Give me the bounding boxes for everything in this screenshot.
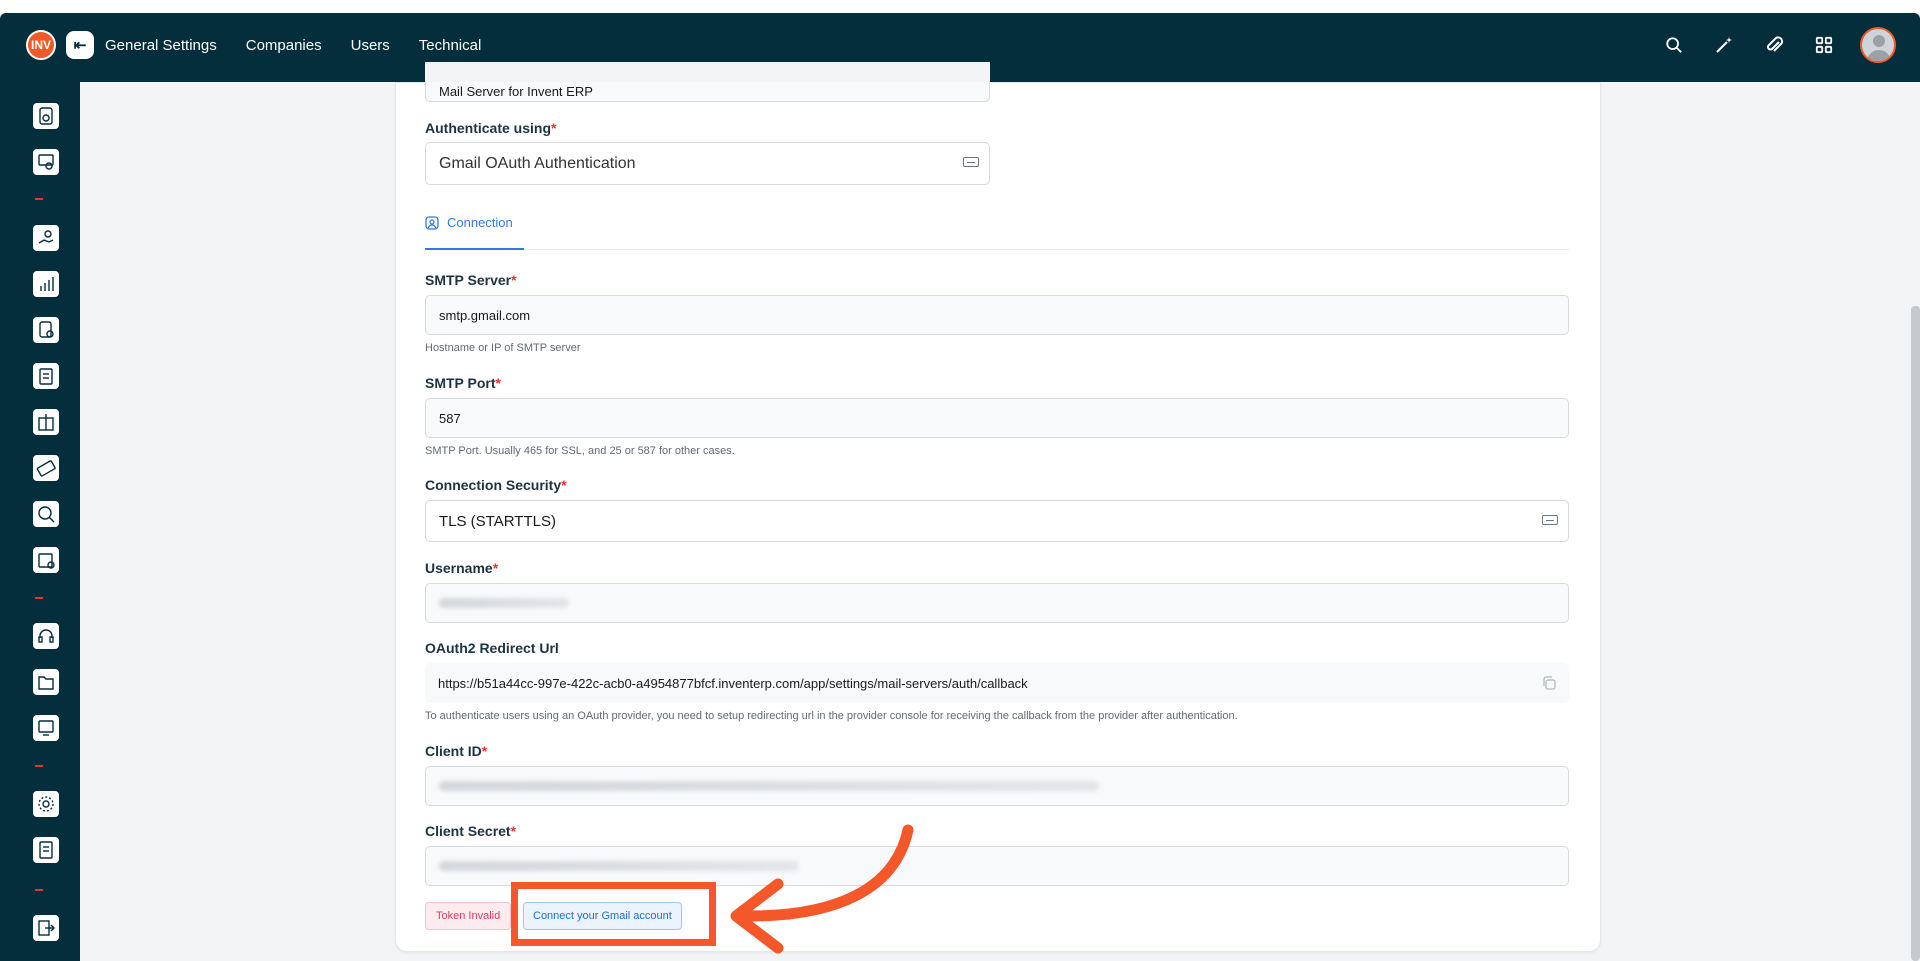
files-icon[interactable] xyxy=(32,668,60,696)
pos-icon[interactable] xyxy=(32,148,60,176)
smtp-server-label: SMTP Server* xyxy=(425,272,517,288)
user-badge-icon xyxy=(425,215,439,230)
client-id-input[interactable] xyxy=(425,766,1569,806)
sidebar xyxy=(0,82,80,961)
name-field-value: Mail Server for Invent ERP xyxy=(439,84,593,99)
security-select[interactable]: TLS (STARTTLS) xyxy=(425,500,1569,542)
smtp-server-help: Hostname or IP of SMTP server xyxy=(425,342,581,354)
username-input[interactable] xyxy=(425,583,1569,623)
calendar-icon[interactable] xyxy=(32,546,60,574)
smtp-port-value: 587 xyxy=(439,410,461,426)
nav-users[interactable]: Users xyxy=(351,37,390,54)
username-label: Username* xyxy=(425,560,499,576)
payments-icon[interactable] xyxy=(32,454,60,482)
page-scrollbar[interactable] xyxy=(1911,306,1920,961)
client-secret-label: Client Secret* xyxy=(425,823,517,839)
sidebar-divider xyxy=(35,597,43,599)
smtp-server-value: smtp.gmail.com xyxy=(439,307,531,323)
scroll-cover xyxy=(425,62,990,82)
tab-connection-label: Connection xyxy=(447,215,513,230)
redacted-value xyxy=(439,598,569,608)
search-user-icon[interactable] xyxy=(32,500,60,528)
main-nav: General Settings Companies Users Technic… xyxy=(105,37,481,54)
sidebar-divider xyxy=(35,889,43,891)
auth-label: Authenticate using* xyxy=(425,120,557,136)
tab-connection[interactable]: Connection xyxy=(425,215,513,230)
auth-select[interactable]: Gmail OAuth Authentication xyxy=(425,142,990,185)
top-icons xyxy=(1660,27,1896,63)
nav-technical[interactable]: Technical xyxy=(419,37,482,54)
sidebar-divider xyxy=(35,198,43,200)
magic-wand-icon[interactable] xyxy=(1710,31,1738,59)
redacted-value xyxy=(439,781,1099,791)
search-icon[interactable] xyxy=(1660,31,1688,59)
redirect-url-field: https://b51a44cc-997e-422c-acb0-a4954877… xyxy=(425,663,1569,703)
redirect-url-label: OAuth2 Redirect Url xyxy=(425,640,559,656)
tab-divider xyxy=(425,249,1569,250)
monitor-icon[interactable] xyxy=(32,714,60,742)
nav-companies[interactable]: Companies xyxy=(246,37,322,54)
logout-icon[interactable] xyxy=(32,914,60,942)
nav-general-settings[interactable]: General Settings xyxy=(105,37,217,54)
security-select-value: TLS (STARTTLS) xyxy=(439,512,556,530)
select-icon xyxy=(1542,515,1558,525)
app-logo[interactable]: INV xyxy=(26,30,56,60)
attachment-icon[interactable] xyxy=(1760,31,1788,59)
smtp-port-label: SMTP Port* xyxy=(425,375,501,391)
active-tab-indicator xyxy=(425,248,524,250)
sales-icon[interactable] xyxy=(32,224,60,252)
redirect-url-help: To authenticate users using an OAuth pro… xyxy=(425,710,1238,722)
inventory-icon[interactable] xyxy=(32,362,60,390)
select-icon xyxy=(963,157,979,167)
annotation-arrow-icon xyxy=(730,824,914,954)
user-avatar[interactable] xyxy=(1860,27,1896,63)
smtp-port-help: SMTP Port. Usually 465 for SSL, and 25 o… xyxy=(425,445,735,457)
auth-select-value: Gmail OAuth Authentication xyxy=(439,154,636,172)
packages-icon[interactable] xyxy=(32,408,60,436)
support-icon[interactable] xyxy=(32,622,60,650)
client-id-label: Client ID* xyxy=(425,743,488,759)
smtp-server-input[interactable]: smtp.gmail.com xyxy=(425,295,1569,335)
documents-icon[interactable] xyxy=(32,316,60,344)
redirect-url-value: https://b51a44cc-997e-422c-acb0-a4954877… xyxy=(438,675,1028,691)
settings-icon[interactable] xyxy=(32,790,60,818)
dashboard-icon[interactable] xyxy=(32,102,60,130)
apps-grid-icon[interactable] xyxy=(1810,31,1838,59)
reports-icon[interactable] xyxy=(32,270,60,298)
client-secret-input[interactable] xyxy=(425,846,1569,886)
smtp-port-input[interactable]: 587 xyxy=(425,398,1569,438)
checklist-icon[interactable] xyxy=(32,836,60,864)
token-status-badge: Token Invalid xyxy=(425,902,512,930)
copy-icon[interactable] xyxy=(1541,675,1557,691)
annotation-highlight-box xyxy=(511,882,716,946)
sidebar-divider xyxy=(35,765,43,767)
collapse-sidebar-button[interactable]: ⇤ xyxy=(66,31,94,59)
security-label: Connection Security* xyxy=(425,477,567,493)
